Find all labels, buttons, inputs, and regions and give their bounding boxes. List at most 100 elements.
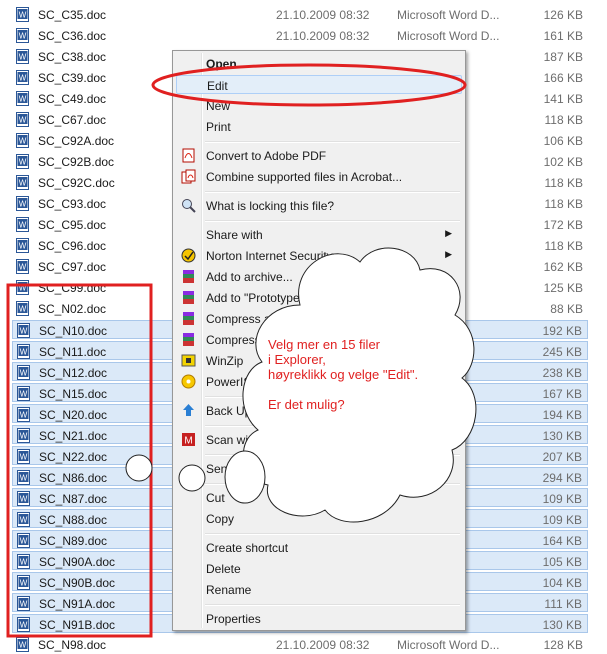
menu-item-add-to-archive[interactable]: Add to archive... <box>176 267 462 286</box>
file-name: SC_C92A.doc <box>38 134 115 148</box>
menu-item-label: Add to "Prototype.rar" <box>206 291 322 305</box>
menu-item-new[interactable]: New <box>176 96 462 115</box>
menu-item-send-to[interactable]: Send to ▶ <box>176 459 462 478</box>
svg-text:W: W <box>19 284 27 293</box>
svg-text:W: W <box>20 411 28 420</box>
svg-text:W: W <box>20 621 28 630</box>
menu-separator <box>205 533 460 535</box>
svg-text:W: W <box>20 348 28 357</box>
file-size: 166 KB <box>543 71 583 85</box>
file-name: SC_N22.doc <box>39 450 108 464</box>
word-doc-icon: W <box>16 70 29 85</box>
file-size: 161 KB <box>543 29 583 43</box>
menu-item-label: Add to archive... <box>206 270 293 284</box>
file-name: SC_C96.doc <box>38 239 107 253</box>
menu-item-properties[interactable]: Properties <box>176 609 462 628</box>
menu-item-edit[interactable]: Edit <box>176 75 462 94</box>
menu-separator <box>205 483 460 485</box>
menu-separator <box>205 141 460 143</box>
word-doc-icon: W <box>17 533 30 548</box>
file-name: SC_C36.doc <box>38 29 107 43</box>
annotation-text: Velg mer en 15 filer i Explorer, høyrekl… <box>268 337 419 412</box>
svg-text:W: W <box>19 158 27 167</box>
menu-item-open[interactable]: Open <box>176 54 462 73</box>
file-size: 109 KB <box>542 513 582 527</box>
menu-item-print[interactable]: Print <box>176 117 462 136</box>
poweriso-icon <box>181 374 196 389</box>
menu-item-label: Properties <box>206 612 261 626</box>
file-name: SC_N87.doc <box>39 492 108 506</box>
file-name: SC_C38.doc <box>38 50 107 64</box>
winzip-icon <box>181 354 196 367</box>
word-doc-icon: W <box>16 49 29 64</box>
file-name: SC_C97.doc <box>38 260 107 274</box>
menu-item-label: Print <box>206 120 231 134</box>
word-doc-icon: W <box>17 596 30 611</box>
acrobat-combine-icon <box>181 169 196 184</box>
menu-item-label: Send to <box>206 462 248 476</box>
menu-item-convert-to-adobe-pdf[interactable]: Convert to Adobe PDF <box>176 146 462 165</box>
menu-item-cut[interactable]: Cut <box>176 488 462 507</box>
file-size: 130 KB <box>542 618 582 632</box>
file-name: SC_N91B.doc <box>39 618 116 632</box>
winrar-icon <box>183 270 194 283</box>
word-doc-icon: W <box>16 301 29 316</box>
svg-text:W: W <box>19 242 27 251</box>
menu-item-delete[interactable]: Delete <box>176 559 462 578</box>
menu-item-label: Share with <box>206 228 263 242</box>
word-doc-icon: W <box>17 449 30 464</box>
backup-icon <box>183 404 194 416</box>
menu-item-label: Compress and email... <box>206 312 327 326</box>
file-row[interactable]: W SC_N98.doc 21.10.2009 08:32 Microsoft Wor… <box>12 635 588 654</box>
menu-item-label: Combine supported files in Acrobat... <box>206 170 403 184</box>
word-doc-icon: W <box>17 323 30 338</box>
menu-item-label: Norton Internet Security <box>206 249 333 263</box>
svg-text:W: W <box>20 537 28 546</box>
svg-text:W: W <box>19 53 27 62</box>
file-date: 21.10.2009 08:32 <box>276 8 370 22</box>
menu-item-rename[interactable]: Rename <box>176 580 462 599</box>
file-size: 102 KB <box>543 155 583 169</box>
menu-item-add-to-prototype-rar[interactable]: Add to "Prototype.rar" <box>176 288 462 307</box>
svg-text:W: W <box>19 11 27 20</box>
word-doc-icon: W <box>17 554 30 569</box>
menu-item-share-with[interactable]: Share with ▶ <box>176 225 462 244</box>
menu-item-label: Convert to Adobe PDF <box>206 149 327 163</box>
svg-text:M: M <box>184 436 192 447</box>
file-name: SC_C92C.doc <box>38 176 115 190</box>
menu-item-label: Create shortcut <box>206 541 289 555</box>
file-size: 118 KB <box>544 197 583 211</box>
file-size: 130 KB <box>542 429 582 443</box>
file-size: 141 KB <box>543 92 583 106</box>
svg-text:W: W <box>19 137 27 146</box>
menu-item-combine-supported-files-in-acrobat[interactable]: Combine supported files in Acrobat... <box>176 167 462 186</box>
menu-item-label: Scan with Malwarebytes <box>206 433 336 447</box>
file-size: 118 KB <box>544 113 583 127</box>
menu-item-create-shortcut[interactable]: Create shortcut <box>176 538 462 557</box>
menu-item-copy[interactable]: Copy <box>176 509 462 528</box>
file-row[interactable]: W SC_C35.doc 21.10.2009 08:32 Microsoft Wor… <box>12 5 588 24</box>
word-doc-icon: W <box>17 365 30 380</box>
word-doc-icon: W <box>17 428 30 443</box>
file-size: 126 KB <box>543 8 583 22</box>
svg-text:W: W <box>20 600 28 609</box>
menu-item-what-is-locking-this-file[interactable]: What is locking this file? <box>176 196 462 215</box>
menu-item-compress-and-email[interactable]: Compress and email... <box>176 309 462 328</box>
svg-text:W: W <box>20 579 28 588</box>
file-size: 88 KB <box>550 302 583 316</box>
file-row[interactable]: W SC_C36.doc 21.10.2009 08:32 Microsoft Wor… <box>12 26 588 45</box>
file-name: SC_N86.doc <box>39 471 108 485</box>
file-size: 238 KB <box>542 366 582 380</box>
svg-text:W: W <box>19 179 27 188</box>
file-name: SC_N88.doc <box>39 513 108 527</box>
file-name: SC_N90B.doc <box>39 576 116 590</box>
svg-text:W: W <box>19 74 27 83</box>
word-doc-icon: W <box>17 575 30 590</box>
word-doc-icon: W <box>16 259 29 274</box>
menu-item-label: Rename <box>206 583 252 597</box>
submenu-arrow-icon: ▶ <box>445 228 452 238</box>
menu-item-norton-internet-security[interactable]: Norton Internet Security ▶ <box>176 246 462 265</box>
file-size: 187 KB <box>543 50 583 64</box>
svg-text:W: W <box>20 516 28 525</box>
menu-item-scan-with-malwarebytes[interactable]: M Scan with Malwarebytes <box>176 430 462 449</box>
